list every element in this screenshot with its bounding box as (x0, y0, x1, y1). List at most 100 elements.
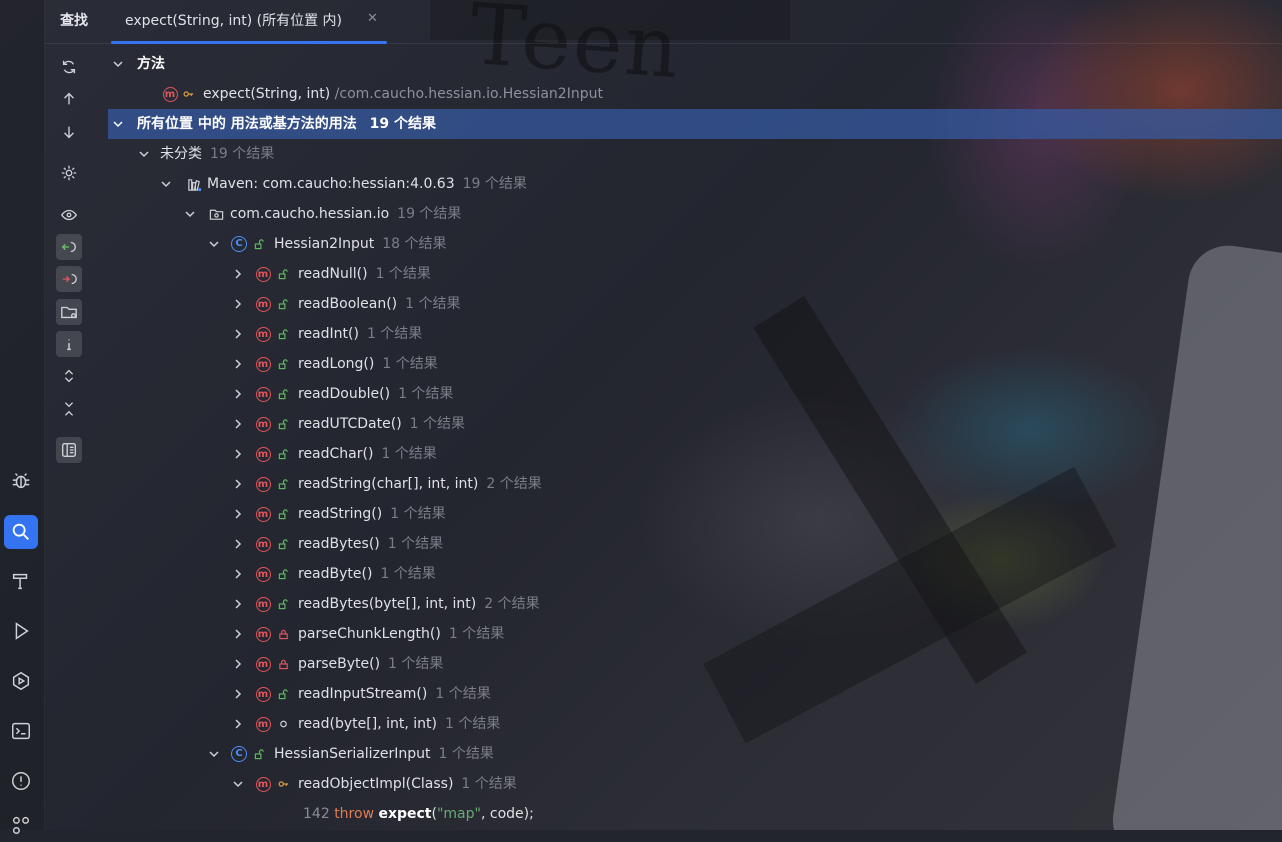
public-access-icon (277, 536, 289, 552)
run-icon[interactable] (4, 614, 38, 648)
method-usage-row[interactable]: m readBoolean() 1 个结果 (108, 289, 1282, 319)
build-hammer-icon[interactable] (4, 564, 38, 598)
method-usage-row[interactable]: m readBytes(byte[], int, int) 2 个结果 (108, 589, 1282, 619)
debug-icon[interactable] (4, 464, 38, 498)
read-access-icon[interactable] (56, 234, 82, 260)
chevron-down-icon[interactable] (183, 199, 197, 229)
public-access-icon (277, 566, 289, 582)
expand-all-icon[interactable] (56, 363, 82, 389)
method-count: 1 个结果 (366, 326, 423, 342)
tree-row-target-method[interactable]: m expect(String, int) /com.caucho.hessia… (108, 79, 1282, 109)
method-usage-row[interactable]: m readBytes() 1 个结果 (108, 529, 1282, 559)
services-icon[interactable] (4, 664, 38, 698)
preview-panel-icon[interactable] (56, 437, 82, 463)
chevron-down-icon[interactable] (111, 109, 125, 139)
method-count: 1 个结果 (387, 536, 444, 552)
chevron-right-icon[interactable] (231, 619, 245, 649)
preview-eye-icon[interactable] (56, 202, 82, 228)
tree-row-package[interactable]: com.caucho.hessian.io 19 个结果 (108, 199, 1282, 229)
public-access-icon (277, 356, 289, 372)
method-usage-row[interactable]: m readNull() 1 个结果 (108, 259, 1282, 289)
method-usage-row[interactable]: m parseByte() 1 个结果 (108, 649, 1282, 679)
method-count: 2 个结果 (484, 596, 540, 612)
chevron-down-icon[interactable] (111, 49, 125, 79)
group-by-folder-icon[interactable] (56, 299, 82, 325)
chevron-right-icon[interactable] (231, 469, 245, 499)
collapse-all-icon[interactable] (56, 396, 82, 422)
tree-row-maven-library[interactable]: Maven: com.caucho:hessian:4.0.63 19 个结果 (108, 169, 1282, 199)
chevron-right-icon[interactable] (231, 349, 245, 379)
chevron-down-icon[interactable] (137, 139, 151, 169)
method-name: readDouble() (298, 386, 391, 402)
package-label: com.caucho.hessian.io (230, 206, 390, 222)
tree-row-readobjectimpl[interactable]: m readObjectImpl(Class) 1 个结果 (108, 769, 1282, 799)
method-count: 1 个结果 (375, 266, 431, 282)
method-usage-row[interactable]: m readByte() 1 个结果 (108, 559, 1282, 589)
tree-row-uncategorized[interactable]: 未分类 19 个结果 (108, 139, 1282, 169)
method-usage-row[interactable]: m readInputStream() 1 个结果 (108, 679, 1282, 709)
tree-row-methods[interactable]: 方法 (108, 49, 1282, 79)
chevron-right-icon[interactable] (231, 439, 245, 469)
rerun-icon[interactable] (56, 54, 82, 80)
method-icon: m (255, 386, 271, 402)
tree-row-class-hessianserializerinput[interactable]: C HessianSerializerInput 1 个结果 (108, 739, 1282, 769)
package-folder-icon (208, 206, 224, 222)
public-access-icon (277, 266, 289, 282)
next-occurrence-icon[interactable] (56, 119, 82, 145)
chevron-right-icon[interactable] (231, 379, 245, 409)
chevron-right-icon[interactable] (231, 529, 245, 559)
settings-gear-icon[interactable] (56, 160, 82, 186)
chevron-down-icon[interactable] (207, 229, 221, 259)
method-name: parseChunkLength() (298, 626, 441, 642)
method-count: 1 个结果 (444, 716, 501, 732)
tree-row-class-hessian2input[interactable]: C Hessian2Input 18 个结果 (108, 229, 1282, 259)
method-usage-row[interactable]: m readChar() 1 个结果 (108, 439, 1282, 469)
close-icon[interactable]: ✕ (367, 11, 378, 26)
uncategorized-label: 未分类 (160, 146, 202, 162)
method-icon: m (255, 416, 271, 432)
chevron-down-icon[interactable] (159, 169, 173, 199)
chevron-right-icon[interactable] (231, 499, 245, 529)
chevron-right-icon[interactable] (231, 289, 245, 319)
find-toolbar (54, 50, 84, 470)
method-usage-row[interactable]: m readLong() 1 个结果 (108, 349, 1282, 379)
method-name: readNull() (298, 266, 368, 282)
class2-label: HessianSerializerInput (274, 746, 431, 762)
method-usage-row[interactable]: m readDouble() 1 个结果 (108, 379, 1282, 409)
chevron-right-icon[interactable] (231, 409, 245, 439)
usage-code-line[interactable]: 142 throw expect("map", code); (108, 799, 1282, 829)
chevron-down-icon[interactable] (207, 739, 221, 769)
find-icon[interactable] (4, 515, 38, 549)
terminal-icon[interactable] (4, 714, 38, 748)
method-usage-row[interactable]: m readString() 1 个结果 (108, 499, 1282, 529)
code-keyword: throw (334, 806, 375, 822)
chevron-right-icon[interactable] (231, 649, 245, 679)
public-access-icon (277, 386, 289, 402)
problems-icon[interactable] (4, 764, 38, 798)
method-usage-row[interactable]: m readString(char[], int, int) 2 个结果 (108, 469, 1282, 499)
method-usage-list: m readNull() 1 个结果 m readBoolean() 1 个结果 m read… (108, 259, 1282, 739)
version-control-icon[interactable] (4, 808, 38, 842)
chevron-right-icon[interactable] (231, 589, 245, 619)
method-usage-row[interactable]: m readInt() 1 个结果 (108, 319, 1282, 349)
chevron-right-icon[interactable] (231, 709, 245, 739)
tree-row-usages[interactable]: 所有位置 中的 用法或基方法的用法 19 个结果 (108, 109, 1282, 139)
methods-header: 方法 (137, 56, 165, 72)
previous-occurrence-icon[interactable] (56, 86, 82, 112)
chevron-right-icon[interactable] (231, 559, 245, 589)
chevron-right-icon[interactable] (231, 259, 245, 289)
chevron-right-icon[interactable] (231, 319, 245, 349)
class-icon: C (231, 236, 247, 252)
method-usage-row[interactable]: m parseChunkLength() 1 个结果 (108, 619, 1282, 649)
chevron-down-icon[interactable] (231, 769, 245, 799)
write-access-icon[interactable] (56, 266, 82, 292)
method-name: read(byte[], int, int) (298, 716, 437, 732)
public-access-icon (253, 746, 265, 762)
info-icon[interactable] (56, 331, 82, 357)
maven-count: 19 个结果 (462, 176, 527, 192)
tab-expect-usages[interactable]: expect(String, int) (所有位置 内) ✕ (111, 0, 387, 44)
method-usage-row[interactable]: m read(byte[], int, int) 1 个结果 (108, 709, 1282, 739)
method-usage-row[interactable]: m readUTCDate() 1 个结果 (108, 409, 1282, 439)
chevron-right-icon[interactable] (231, 679, 245, 709)
method-icon: m (255, 266, 271, 282)
